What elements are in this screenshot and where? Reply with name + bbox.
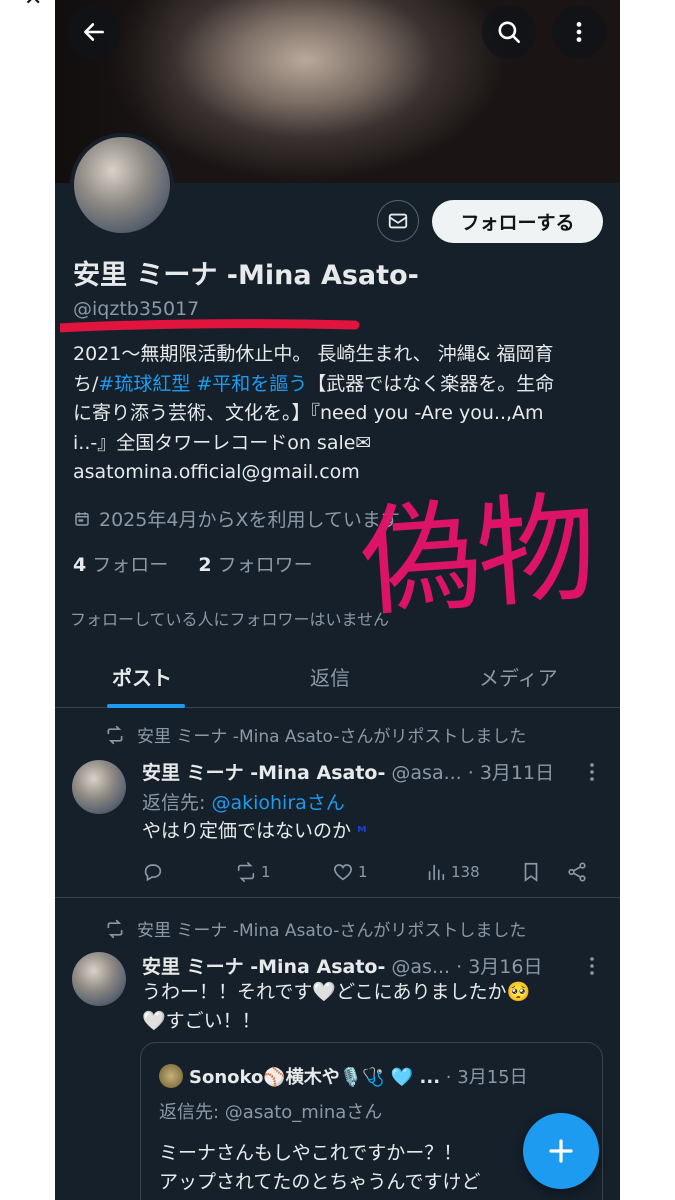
bookmark-icon bbox=[524, 862, 538, 882]
following-label: フォロー bbox=[92, 554, 169, 576]
profile-tabs: ポスト 返信 メディア bbox=[55, 650, 620, 708]
post-text: うわー！！それです🤍どこにありましたか🥺 🤍すごい！！ bbox=[142, 978, 602, 1036]
share-button[interactable] bbox=[566, 861, 588, 883]
post-text-line: うわー！！それです🤍どこにありましたか🥺 bbox=[142, 981, 531, 1003]
repost-note-text: 安里 ミーナ -Mina Asato-さんがリポストしました bbox=[137, 727, 527, 747]
following-link[interactable]: 4 フォロー bbox=[73, 554, 168, 576]
search-button[interactable] bbox=[482, 5, 536, 59]
search-icon bbox=[498, 21, 521, 44]
quote-reply-to: 返信先: @asato_minaさん bbox=[159, 1102, 383, 1123]
quote-text: ミーナさんもしやこれですかー？！ アップされてたのとちゃうんですけど bbox=[159, 1139, 480, 1197]
post-author[interactable]: 安里 ミーナ -Mina Asato- bbox=[142, 762, 385, 784]
plus-icon bbox=[549, 1139, 573, 1163]
post-handle: @asa... bbox=[391, 762, 462, 784]
back-button[interactable] bbox=[67, 5, 121, 59]
repost-note-text: 安里 ミーナ -Mina Asato-さんがリポストしました bbox=[137, 921, 527, 941]
post-date: · 3月11日 bbox=[467, 762, 555, 784]
repost-note: 安里 ミーナ -Mina Asato-さんがリポストしました bbox=[105, 722, 526, 747]
joined-date: 2025年4月からXを利用しています bbox=[73, 505, 400, 532]
repost-icon bbox=[107, 919, 123, 938]
profile-handle: @iqztb35017 bbox=[73, 298, 200, 320]
reply-button[interactable] bbox=[142, 861, 168, 883]
post-more-button[interactable] bbox=[585, 760, 599, 784]
followers-link[interactable]: 2 フォロワー bbox=[198, 554, 312, 576]
fake-stamp-overlay: 偽物 bbox=[356, 479, 598, 634]
quote-text-line: アップされてたのとちゃうんですけど bbox=[159, 1171, 481, 1193]
repost-note: 安里 ミーナ -Mina Asato-さんがリポストしました bbox=[105, 916, 526, 941]
repost-icon bbox=[237, 862, 255, 882]
post-text-suffix: ᴹ bbox=[357, 823, 367, 841]
follow-button[interactable]: フォローする bbox=[432, 200, 603, 243]
post-author[interactable]: 安里 ミーナ -Mina Asato- bbox=[142, 956, 385, 978]
red-underline-mark bbox=[60, 319, 360, 333]
repost-button[interactable]: 1 bbox=[235, 861, 271, 883]
arrow-left-icon bbox=[84, 23, 104, 41]
avatar[interactable] bbox=[72, 952, 126, 1006]
post-item[interactable]: 安里 ミーナ -Mina Asato-さんがリポストしました 安里 ミーナ -M… bbox=[55, 708, 620, 898]
reply-prefix: 返信先: bbox=[142, 792, 212, 814]
followers-label: フォロワー bbox=[217, 554, 313, 576]
more-button[interactable] bbox=[552, 5, 606, 59]
more-vertical-icon bbox=[576, 22, 582, 42]
profile-name: 安里 ミーナ -Mina Asato- bbox=[73, 260, 419, 291]
profile-avatar[interactable] bbox=[70, 133, 174, 237]
calendar-icon bbox=[75, 511, 89, 526]
post-date: · 3月16日 bbox=[456, 956, 543, 978]
like-count: 1 bbox=[358, 863, 368, 881]
post-header: 安里 ミーナ -Mina Asato- @asa... · 3月11日 bbox=[142, 758, 602, 785]
tab-posts[interactable]: ポスト bbox=[112, 662, 172, 691]
hashtag-link[interactable]: #平和を謳う bbox=[196, 373, 307, 395]
reply-to: 返信先: @akiohiraさん bbox=[142, 788, 345, 815]
repost-count: 1 bbox=[261, 863, 271, 881]
post-text-line: 🤍すごい！！ bbox=[142, 1010, 261, 1032]
post-header: 安里 ミーナ -Mina Asato- @as... · 3月16日 bbox=[142, 952, 602, 979]
views-button[interactable]: 138 bbox=[425, 861, 480, 883]
followers-count: 2 bbox=[198, 554, 212, 576]
hashtag-link[interactable]: #琉球紅型 bbox=[98, 373, 190, 395]
compose-button[interactable] bbox=[523, 1113, 599, 1189]
joined-text: 2025年4月からXを利用しています bbox=[99, 509, 400, 531]
share-icon bbox=[568, 862, 586, 882]
quote-header: Sonoko⚾横木や🎙️🩺 🩵 ... · 3月15日 bbox=[159, 1063, 528, 1089]
avatar bbox=[159, 1064, 183, 1088]
view-count: 138 bbox=[451, 863, 480, 881]
post-handle: @as... bbox=[391, 956, 451, 978]
profile-screen: フォローする 安里 ミーナ -Mina Asato- @iqztb35017 2… bbox=[55, 0, 620, 1200]
tab-media[interactable]: メディア bbox=[479, 662, 558, 691]
reply-icon bbox=[144, 864, 162, 882]
mail-icon bbox=[388, 213, 408, 229]
quote-date: · 3月15日 bbox=[445, 1067, 528, 1088]
more-vertical-icon bbox=[590, 957, 594, 975]
post-text-body: やはり定価ではないのか bbox=[142, 820, 352, 842]
follow-stats: 4 フォロー 2 フォロワー bbox=[73, 550, 313, 577]
reply-to-link[interactable]: @akiohiraさん bbox=[211, 792, 344, 814]
like-button[interactable]: 1 bbox=[332, 861, 368, 883]
avatar[interactable] bbox=[72, 760, 126, 814]
repost-icon bbox=[107, 725, 123, 744]
tab-replies[interactable]: 返信 bbox=[310, 662, 350, 691]
bookmark-button[interactable] bbox=[520, 861, 542, 883]
post-actions: 1 1 138 bbox=[142, 861, 602, 887]
avatar-image bbox=[74, 137, 170, 233]
message-button[interactable] bbox=[377, 200, 419, 242]
quote-author: Sonoko⚾横木や🎙️🩺 🩵 ... bbox=[189, 1067, 441, 1088]
following-count: 4 bbox=[73, 554, 87, 576]
post-more-button[interactable] bbox=[585, 954, 599, 978]
heart-icon bbox=[333, 864, 353, 881]
quote-text-line: ミーナさんもしやこれですかー？！ bbox=[159, 1142, 463, 1164]
post-text: やはり定価ではないのか ᴹ bbox=[142, 817, 602, 847]
close-icon: ✕ bbox=[24, 0, 50, 10]
more-vertical-icon bbox=[590, 763, 594, 781]
bar-chart-icon bbox=[428, 864, 445, 881]
followed-by-note: フォローしている人にフォロワーはいません bbox=[70, 610, 390, 629]
